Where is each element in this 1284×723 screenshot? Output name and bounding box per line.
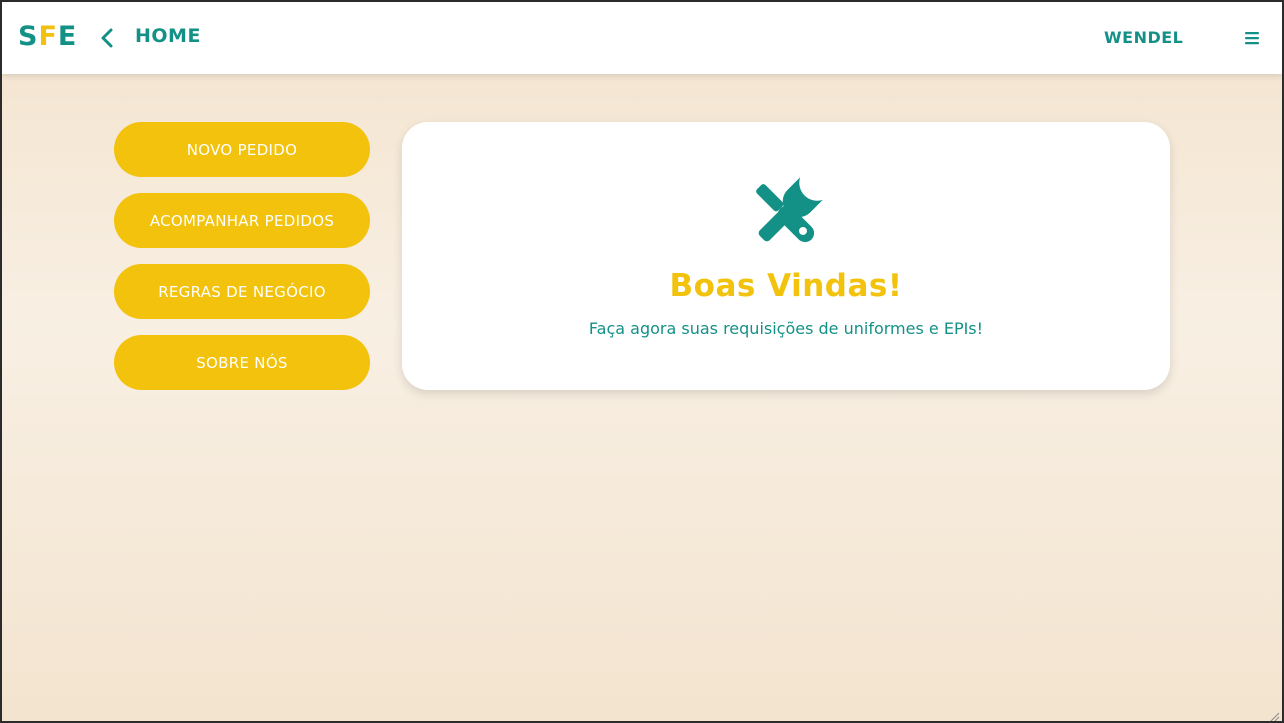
welcome-title: Boas Vindas! — [669, 268, 903, 304]
page-title: HOME — [135, 25, 201, 47]
user-name[interactable]: WENDEL — [1104, 28, 1183, 47]
side-navigation: NOVO PEDIDO ACOMPANHAR PEDIDOS REGRAS DE… — [114, 122, 370, 406]
welcome-subtitle: Faça agora suas requisições de uniformes… — [588, 319, 984, 338]
logo-letter-e: E — [57, 21, 78, 52]
novo-pedido-button[interactable]: NOVO PEDIDO — [114, 122, 370, 177]
sobre-nos-button[interactable]: SOBRE NÓS — [114, 335, 370, 390]
app-window: SFE HOME WENDEL NOVO PEDIDO ACOMPANHAR P… — [0, 0, 1284, 723]
acompanhar-pedidos-button[interactable]: ACOMPANHAR PEDIDOS — [114, 193, 370, 248]
logo-letter-f: F — [38, 21, 58, 52]
chevron-left-icon[interactable] — [98, 26, 118, 50]
regras-de-negocio-button[interactable]: REGRAS DE NEGÓCIO — [114, 264, 370, 319]
top-bar: SFE HOME WENDEL — [2, 2, 1282, 74]
welcome-card: Boas Vindas! Faça agora suas requisições… — [402, 122, 1170, 390]
logo-letter-s: S — [18, 21, 39, 52]
resize-grip-icon[interactable] — [1268, 707, 1280, 721]
hamburger-menu-icon[interactable] — [1242, 28, 1262, 48]
tools-icon — [744, 172, 828, 256]
sfe-logo[interactable]: SFE — [18, 22, 77, 52]
